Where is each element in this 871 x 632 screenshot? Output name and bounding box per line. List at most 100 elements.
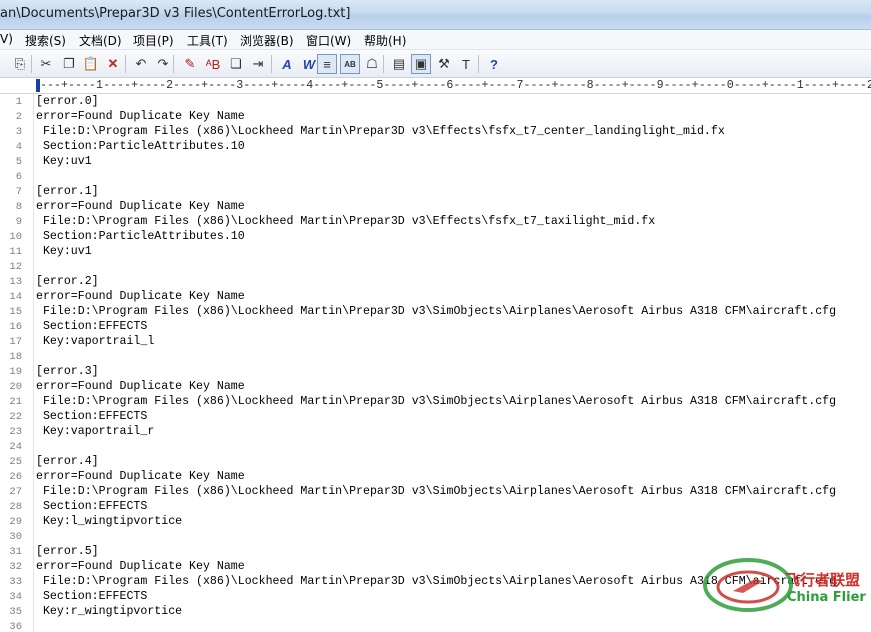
toolbar-separator — [125, 55, 126, 73]
editor-line[interactable]: Section:EFFECTS — [36, 590, 147, 603]
menu-item-4[interactable]: 工具(T) — [187, 32, 228, 49]
toolbar-separator — [271, 55, 272, 73]
line-number: 3 — [15, 126, 22, 138]
ruler-text: ---+----1----+----2----+----3----+----4-… — [40, 79, 871, 92]
editor-line[interactable]: error=Found Duplicate Key Name — [36, 200, 245, 213]
editor-line[interactable]: Key:vaportrail_l — [36, 335, 154, 348]
line-number: 35 — [9, 606, 22, 618]
editor-line[interactable]: Section:EFFECTS — [36, 410, 147, 423]
clipboard-icon[interactable]: ❏ — [226, 54, 246, 74]
case-icon[interactable]: AB — [340, 54, 360, 74]
editor-line[interactable]: Section:ParticleAttributes.10 — [36, 140, 245, 153]
toolbar-separator — [478, 55, 479, 73]
editor-line[interactable]: Section:ParticleAttributes.10 — [36, 230, 245, 243]
toolbar-separator — [31, 55, 32, 73]
line-number: 13 — [9, 276, 22, 288]
menu-item-3[interactable]: 项目(P) — [133, 32, 174, 49]
menu-item-0[interactable]: V) — [0, 32, 13, 46]
editor-line[interactable]: error=Found Duplicate Key Name — [36, 470, 245, 483]
tools-icon[interactable]: ⚒ — [434, 54, 454, 74]
line-number: 2 — [15, 111, 22, 123]
line-number: 31 — [9, 546, 22, 558]
editor-line[interactable]: [error.3] — [36, 365, 99, 378]
line-number: 8 — [15, 201, 22, 213]
line-number: 25 — [9, 456, 22, 468]
replace-icon[interactable]: ᴬB — [203, 54, 223, 74]
line-number: 5 — [15, 156, 22, 168]
indent-icon[interactable]: ⇥ — [248, 54, 268, 74]
editor-line[interactable]: Key:vaportrail_r — [36, 425, 154, 438]
word-wrap-icon[interactable]: W — [299, 54, 319, 74]
properties-icon[interactable]: ☖ — [362, 54, 382, 74]
menu-item-2[interactable]: 文档(D) — [79, 32, 122, 49]
copy-icon[interactable]: ❐ — [59, 54, 79, 74]
line-number: 23 — [9, 426, 22, 438]
editor-line[interactable]: [error.1] — [36, 185, 99, 198]
line-number: 27 — [9, 486, 22, 498]
line-number: 36 — [9, 621, 22, 632]
editor-line[interactable]: [error.4] — [36, 455, 99, 468]
delete-icon[interactable]: ✕ — [103, 54, 123, 74]
line-number: 34 — [9, 591, 22, 603]
text-editor[interactable]: 1 2 3 4 5 6 7 8 9 10 11 12 13 14 15 16 17 18 19 20 21 22 23 24 2… — [0, 94, 871, 632]
editor-line[interactable]: Section:EFFECTS — [36, 320, 147, 333]
editor-line[interactable]: Key:uv1 — [36, 245, 92, 258]
editor-line[interactable]: error=Found Duplicate Key Name — [36, 110, 245, 123]
editor-line[interactable]: File:D:\Program Files (x86)\Lockheed Mar… — [36, 485, 836, 498]
redo-icon[interactable]: ↷ — [153, 54, 173, 74]
menu-item-5[interactable]: 浏览器(B) — [240, 32, 294, 49]
font-icon[interactable]: A — [277, 54, 297, 74]
save-icon[interactable]: ⎘ — [10, 54, 30, 74]
line-number: 24 — [9, 441, 22, 453]
line-number: 12 — [9, 261, 22, 273]
line-number: 21 — [9, 396, 22, 408]
title-bar: an\Documents\Prepar3D v3 Files\ContentEr… — [0, 0, 871, 30]
undo-icon[interactable]: ↶ — [131, 54, 151, 74]
column-ruler: ---+----1----+----2----+----3----+----4-… — [0, 78, 871, 94]
editor-line[interactable]: File:D:\Program Files (x86)\Lockheed Mar… — [36, 395, 836, 408]
editor-line[interactable]: File:D:\Program Files (x86)\Lockheed Mar… — [36, 305, 836, 318]
editor-line[interactable]: error=Found Duplicate Key Name — [36, 380, 245, 393]
editor-line[interactable]: Key:l_wingtipvortice — [36, 515, 182, 528]
line-number: 17 — [9, 336, 22, 348]
toolbar-separator — [383, 55, 384, 73]
editor-line[interactable]: Key:uv1 — [36, 155, 92, 168]
line-number: 33 — [9, 576, 22, 588]
line-number: 20 — [9, 381, 22, 393]
toolbar-separator — [173, 55, 174, 73]
highlight-icon[interactable]: ✎ — [180, 54, 200, 74]
paste-icon[interactable]: 📋 — [81, 54, 101, 74]
document-icon[interactable]: ▤ — [389, 54, 409, 74]
line-number: 6 — [15, 171, 22, 183]
menu-item-6[interactable]: 窗口(W) — [306, 32, 351, 49]
editor-line[interactable]: [error.0] — [36, 95, 99, 108]
menu-item-1[interactable]: 搜索(S) — [25, 32, 66, 49]
editor-line[interactable]: error=Found Duplicate Key Name — [36, 560, 245, 573]
editor-line[interactable]: Key:r_wingtipvortice — [36, 605, 182, 618]
view-icon[interactable]: ▣ — [411, 54, 431, 74]
cut-icon[interactable]: ✂ — [36, 54, 56, 74]
line-number: 14 — [9, 291, 22, 303]
line-number: 22 — [9, 411, 22, 423]
line-number: 1 — [15, 96, 22, 108]
editor-line[interactable]: File:D:\Program Files (x86)\Lockheed Mar… — [36, 215, 655, 228]
line-number-icon[interactable]: ≡ — [317, 54, 337, 74]
line-number: 11 — [9, 246, 22, 258]
line-number-gutter: 1 2 3 4 5 6 7 8 9 10 11 12 13 14 15 16 17 18 19 20 21 22 23 24 2… — [0, 94, 28, 632]
line-number: 16 — [9, 321, 22, 333]
template-icon[interactable]: T — [456, 54, 476, 74]
line-number: 30 — [9, 531, 22, 543]
menu-bar: V) 搜索(S) 文档(D) 项目(P) 工具(T) 浏览器(B) 窗口(W) 帮助(H) — [0, 30, 871, 50]
menu-item-7[interactable]: 帮助(H) — [364, 32, 406, 49]
line-number: 15 — [9, 306, 22, 318]
line-number: 9 — [15, 216, 22, 228]
editor-line[interactable]: error=Found Duplicate Key Name — [36, 290, 245, 303]
editor-line[interactable]: [error.5] — [36, 545, 99, 558]
line-number: 29 — [9, 516, 22, 528]
editor-line[interactable]: File:D:\Program Files (x86)\Lockheed Mar… — [36, 125, 725, 138]
china-flier-watermark: 飞行者联盟 China Flier — [703, 557, 871, 613]
help-icon[interactable]: ? — [484, 54, 504, 74]
gutter-divider — [33, 94, 34, 632]
editor-line[interactable]: Section:EFFECTS — [36, 500, 147, 513]
editor-line[interactable]: [error.2] — [36, 275, 99, 288]
